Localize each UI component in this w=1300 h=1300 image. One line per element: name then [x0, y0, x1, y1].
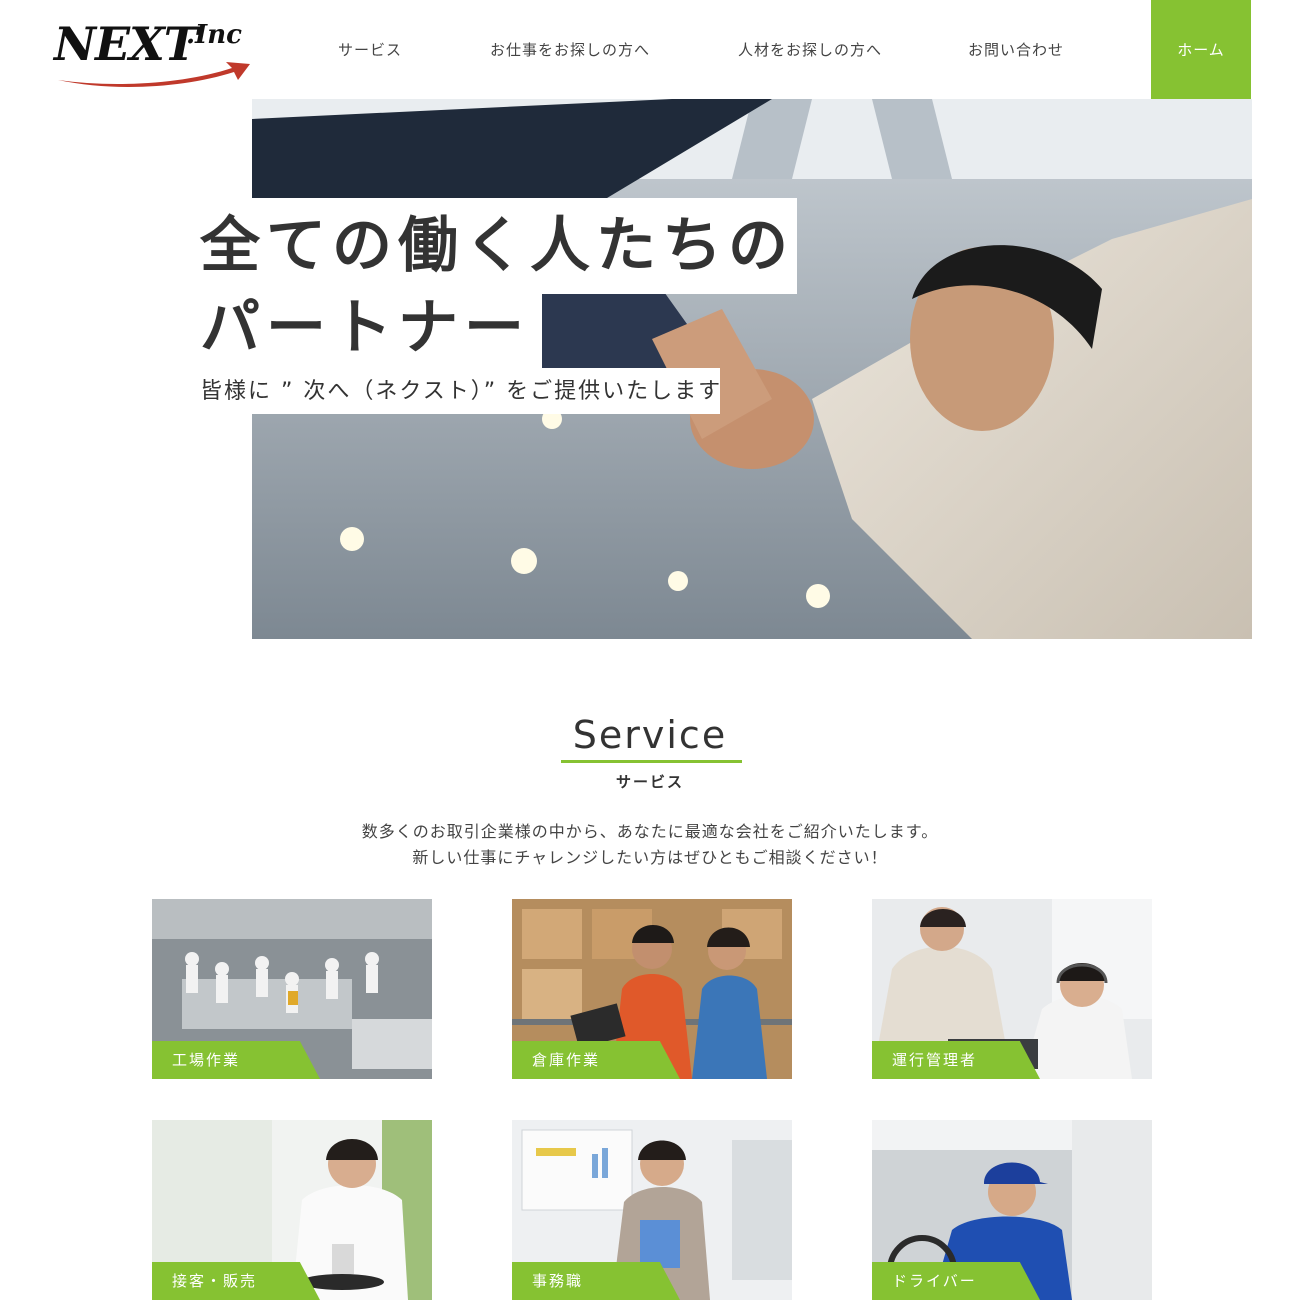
hero-title-line1: 全ての働く人たちの: [200, 211, 794, 281]
company-logo[interactable]: NEXT .Inc: [54, 14, 250, 87]
service-description-line1: 数多くのお取引企業様の中から、あなたに最適な会社をご紹介いたします。: [361, 822, 939, 841]
service-description-line2: 新しい仕事にチャレンジしたい方はぜひともご相談ください！: [412, 848, 888, 867]
nav-job-seekers[interactable]: お仕事をお探しの方へ: [470, 0, 670, 99]
service-card-customer-service[interactable]: 接客・販売: [152, 1120, 432, 1300]
service-description: 数多くのお取引企業様の中から、あなたに最適な会社をご紹介いたします。 新しい仕事…: [0, 819, 1300, 871]
service-subheading: サービス: [615, 773, 684, 791]
service-card-factory[interactable]: 工場作業: [152, 899, 432, 1079]
logo-swoosh-icon: [58, 62, 250, 87]
logo-suffix: .Inc: [186, 20, 242, 50]
service-card-label: 運行管理者: [872, 1041, 1040, 1079]
nav-employers[interactable]: 人材をお探しの方へ: [710, 0, 910, 99]
site-header: NEXT .Inc サービス お仕事をお探しの方へ 人材をお探しの方へ お問い合…: [0, 0, 1300, 99]
service-heading: Service: [572, 713, 728, 757]
service-card-label: 接客・販売: [152, 1262, 320, 1300]
hero-title-line2: パートナー: [200, 293, 530, 363]
service-card-label: ドライバー: [872, 1262, 1040, 1300]
nav-home[interactable]: ホーム: [1151, 0, 1251, 99]
hero-subtitle: 皆様に ” 次へ（ネクスト）” をご提供いたします: [200, 379, 723, 404]
service-card-office-work[interactable]: 事務職: [512, 1120, 792, 1300]
service-card-operations-manager[interactable]: 運行管理者: [872, 899, 1152, 1079]
service-card-warehouse[interactable]: 倉庫作業: [512, 899, 792, 1079]
nav-service[interactable]: サービス: [310, 0, 430, 99]
service-heading-underline: [561, 760, 742, 763]
nav-contact[interactable]: お問い合わせ: [946, 0, 1086, 99]
service-card-driver[interactable]: ドライバー: [872, 1120, 1152, 1300]
service-card-label: 倉庫作業: [512, 1041, 680, 1079]
service-card-label: 工場作業: [152, 1041, 320, 1079]
service-card-label: 事務職: [512, 1262, 680, 1300]
